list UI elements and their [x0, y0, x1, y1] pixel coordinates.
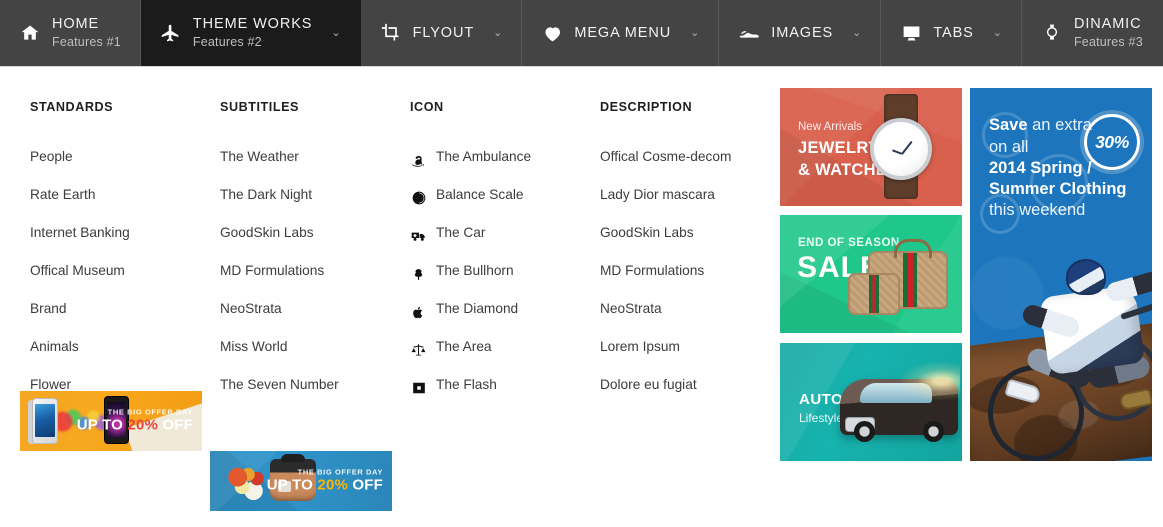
handbag-small-image [848, 273, 900, 315]
list-item-label: The Diamond [436, 301, 519, 316]
list-item[interactable]: Rate Earth [30, 176, 215, 214]
shoe-icon [738, 22, 760, 44]
nav-item-title: IMAGES [771, 24, 834, 41]
promo-banner-phone-orange[interactable]: THE BIG OFFER DAY UP TO 20% OFF [20, 391, 202, 451]
nav-item-title: DINAMIC [1073, 16, 1142, 33]
list-item[interactable]: The Seven Number [220, 366, 405, 404]
list-item-label: The Flash [436, 377, 497, 392]
list-item[interactable]: GoodSkin Labs [220, 214, 405, 252]
chevron-down-icon[interactable]: ⌄ [993, 27, 1002, 39]
list-item[interactable]: The Car [410, 214, 595, 252]
mega-column-subtitles: SUBTITILES The Weather The Dark Night Go… [220, 100, 405, 404]
list-item[interactable]: The Diamond [410, 290, 595, 328]
nav-item-tabs[interactable]: TABS ⌄ [881, 0, 1022, 66]
wristwatch-image [860, 94, 944, 199]
banner-end-of-season-sale[interactable]: END OF SEASON SALE [780, 215, 962, 333]
list-item[interactable]: Offical Museum [30, 252, 215, 290]
list-item[interactable]: The Bullhorn [410, 252, 595, 290]
list-item[interactable]: Lorem Ipsum [600, 328, 785, 366]
list-item[interactable]: Internet Banking [30, 214, 215, 252]
list-item[interactable]: NeoStrata [220, 290, 405, 328]
banner-automotive[interactable]: AUTOMOTIVE Lifestyle Event [780, 343, 962, 461]
list-item[interactable]: The Dark Night [220, 176, 405, 214]
nav-item-home[interactable]: HOME Features #1 [0, 0, 141, 66]
monitor-icon [900, 22, 922, 44]
list-item[interactable]: Miss World [220, 328, 405, 366]
watch-icon [1041, 22, 1063, 44]
mega-column-description: DESCRIPTION Offical Cosme-decom Lady Dio… [600, 100, 785, 404]
nav-item-title: FLYOUT [412, 24, 475, 41]
main-navigation: HOME Features #1 THEME WORKS Features #2… [0, 0, 1163, 67]
flash-square-icon [410, 380, 427, 397]
list-item[interactable]: MD Formulations [600, 252, 785, 290]
list-item-label: The Ambulance [436, 149, 532, 164]
ambulance-icon [410, 228, 427, 245]
column-heading: ICON [410, 100, 444, 114]
list-item[interactable]: The Flash [410, 366, 595, 404]
nav-item-mega-menu[interactable]: MEGA MENU ⌄ [522, 0, 720, 66]
watermark-graphic [978, 106, 1098, 256]
list-item[interactable]: The Ambulance [410, 138, 595, 176]
chevron-down-icon[interactable]: ⌄ [331, 27, 340, 39]
list-item-label: Balance Scale [436, 187, 524, 202]
chevron-down-icon[interactable]: ⌄ [852, 27, 861, 39]
phone-white-image [32, 398, 58, 444]
banner-jewelry-watches[interactable]: New Arrivals JEWELRY & WATCHES [780, 88, 962, 206]
balance-scale-icon [410, 342, 427, 359]
vegetables-image [228, 467, 272, 501]
nav-item-title: THEME WORKS [192, 16, 313, 33]
list-item[interactable]: NeoStrata [600, 290, 785, 328]
nav-item-images[interactable]: IMAGES ⌄ [719, 0, 882, 66]
list-item[interactable]: Balance Scale [410, 176, 595, 214]
list-item-label: The Car [436, 225, 486, 240]
promo-title: UP TO 20% OFF [76, 416, 193, 434]
list-item[interactable]: MD Formulations [220, 252, 405, 290]
list-item[interactable]: GoodSkin Labs [600, 214, 785, 252]
tree-icon [410, 266, 427, 283]
column-heading: DESCRIPTION [600, 100, 693, 114]
nav-item-flyout[interactable]: FLYOUT ⌄ [361, 0, 523, 66]
banner-eyebrow: END OF SEASON [798, 237, 900, 249]
mega-column-standards: STANDARDS People Rate Earth Internet Ban… [30, 100, 215, 404]
mega-menu-panel: STANDARDS People Rate Earth Internet Ban… [0, 67, 1163, 527]
list-item[interactable]: Animals [30, 328, 215, 366]
promo-title: UP TO 20% OFF [266, 476, 383, 494]
list-item[interactable]: Lady Dior mascara [600, 176, 785, 214]
nav-item-theme-works[interactable]: THEME WORKS Features #2 ⌄ [140, 0, 361, 66]
adjust-icon [410, 190, 427, 207]
mega-column-icon: ICON The Ambulance Balance Scale The Car… [410, 100, 595, 404]
nav-item-title: TABS [933, 24, 974, 41]
heart-icon [541, 22, 563, 44]
nav-item-dinamic[interactable]: DINAMIC Features #3 ⌄ [1022, 0, 1163, 66]
banner-save-spring-summer[interactable]: Save an extra on all 2014 Spring / Summe… [970, 88, 1152, 461]
list-item[interactable]: Brand [30, 290, 215, 328]
plane-icon [160, 22, 182, 44]
column-heading: STANDARDS [30, 100, 114, 114]
list-item[interactable]: The Area [410, 328, 595, 366]
list-item[interactable]: The Weather [220, 138, 405, 176]
nav-item-subtitle: Features #2 [192, 35, 262, 50]
list-item-label: The Area [436, 339, 492, 354]
chevron-down-icon[interactable]: ⌄ [493, 27, 502, 39]
nav-item-title: MEGA MENU [574, 24, 672, 41]
chevron-down-icon[interactable]: ⌄ [690, 27, 699, 39]
promo-subtitle: THE BIG OFFER DAY [297, 467, 383, 477]
list-item[interactable]: Dolore eu fugiat [600, 366, 785, 404]
nav-item-subtitle: Features #3 [1073, 35, 1143, 50]
discount-badge-value: 30% [1095, 131, 1129, 152]
home-icon [19, 22, 41, 44]
list-item[interactable]: Offical Cosme-decom [600, 138, 785, 176]
column-heading: SUBTITILES [220, 100, 299, 114]
apple-icon [410, 304, 427, 321]
crop-icon [380, 22, 402, 44]
banner-eyebrow: New Arrivals [798, 121, 862, 133]
list-item-label: The Bullhorn [436, 263, 514, 278]
promo-banner-cooker-blue[interactable]: THE BIG OFFER DAY UP TO 20% OFF [210, 451, 392, 511]
promo-subtitle: THE BIG OFFER DAY [107, 407, 193, 417]
headlight-glow [898, 361, 960, 401]
list-item[interactable]: People [30, 138, 215, 176]
amazon-icon [410, 152, 427, 169]
nav-item-subtitle: Features #1 [52, 35, 121, 50]
nav-item-title: HOME [52, 16, 100, 33]
